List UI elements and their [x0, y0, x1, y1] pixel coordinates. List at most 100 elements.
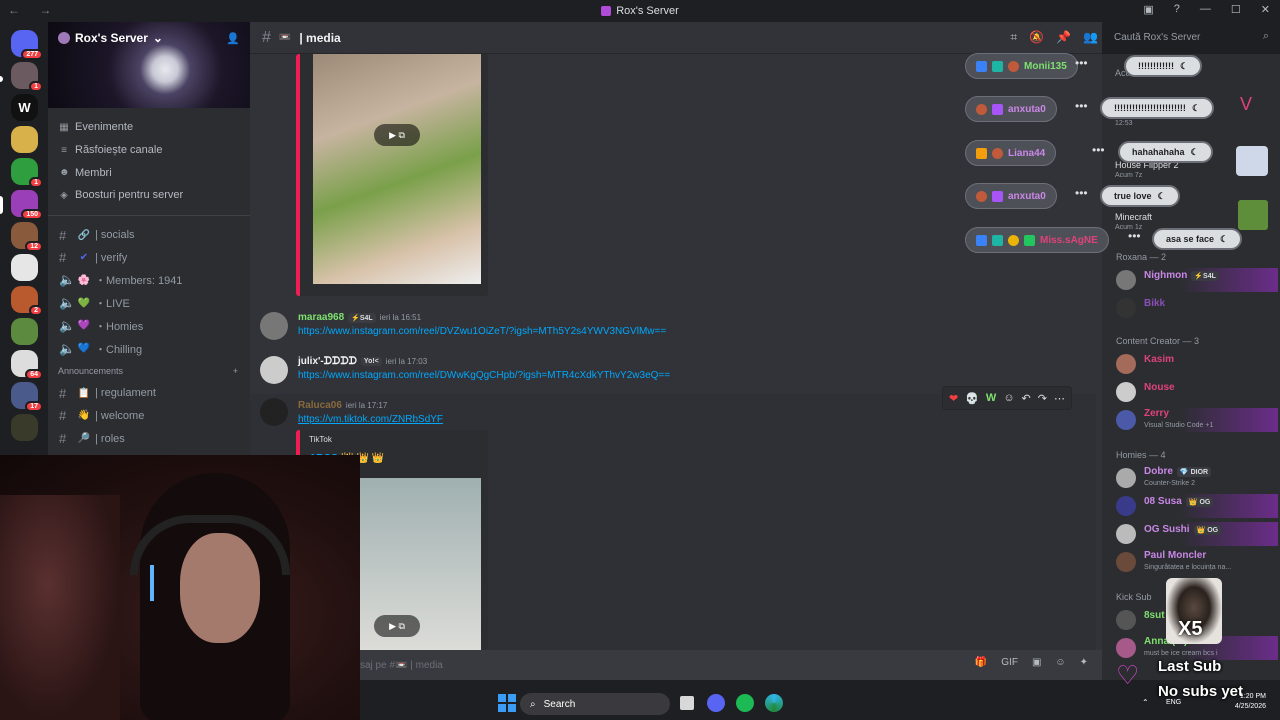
member-nighmon[interactable]: Nighmon ⚡S4L — [1114, 268, 1278, 292]
invite-icon[interactable]: 👤 — [226, 32, 240, 45]
edge-icon[interactable] — [765, 694, 783, 712]
member-list-icon[interactable]: 👥 — [1083, 30, 1098, 45]
member-name: 8sut — [1144, 610, 1165, 621]
reply-icon[interactable]: ↶ — [1022, 392, 1031, 405]
server-icon-11[interactable]: 64 — [11, 350, 43, 380]
mute-icon[interactable]: 🔕 — [1029, 30, 1044, 45]
gif-icon[interactable]: GIF — [1001, 657, 1018, 668]
add-reaction-icon[interactable]: ☺ — [1003, 392, 1014, 404]
channel-socials[interactable]: # 🔗 | socials — [48, 224, 250, 247]
server-icon-7[interactable]: 12 — [11, 222, 43, 252]
search-placeholder: Caută Rox's Server — [1114, 32, 1201, 43]
pin-icon[interactable]: 📌 — [1056, 30, 1071, 45]
server-icon-10[interactable] — [11, 318, 38, 345]
channel-members-count[interactable]: 🔈 🌸 ・Members: 1941 — [48, 269, 250, 292]
language-indicator[interactable]: ENG — [1166, 699, 1181, 706]
home-button[interactable]: 277 — [11, 30, 43, 60]
member-name: 08 Susa 👑 OG — [1144, 496, 1214, 507]
activity-title[interactable]: Minecraft — [1115, 212, 1152, 222]
minimize-button[interactable]: — — [1200, 3, 1211, 16]
more-dots-icon[interactable]: ••• — [1075, 99, 1088, 113]
message-link[interactable]: https://www.instagram.com/reel/DWwKgQgCH… — [298, 370, 670, 381]
video-thumbnail[interactable]: ▶ ⧉ — [313, 54, 481, 284]
threads-icon[interactable]: ⌗ — [1010, 30, 1017, 45]
moon-icon: ☾ — [1220, 233, 1229, 244]
member-kasim[interactable]: Kasim — [1114, 352, 1278, 376]
server-icon-4[interactable] — [11, 126, 38, 153]
more-icon[interactable]: ⋯ — [1054, 392, 1065, 405]
server-icon-2[interactable]: 1 — [11, 62, 43, 92]
username[interactable]: Raluca06 — [298, 400, 342, 411]
inbox-icon[interactable]: ▣ — [1143, 3, 1153, 16]
close-button[interactable]: ✕ — [1261, 3, 1270, 16]
member-paulmoncler[interactable]: Paul Moncler Singurătatea e locuința na..… — [1114, 550, 1278, 574]
spotify-icon[interactable] — [736, 694, 754, 712]
message-link[interactable]: https://vm.tiktok.com/ZNRbSdYF — [298, 414, 443, 425]
more-dots-icon[interactable]: ••• — [1075, 186, 1088, 200]
avatar[interactable] — [260, 356, 288, 384]
channel-welcome[interactable]: # 👋 | welcome — [48, 405, 250, 428]
channel-verify[interactable]: # ✔ | verify — [48, 246, 250, 269]
nav-arrows[interactable]: ← → — [8, 3, 59, 17]
maximize-button[interactable]: ☐ — [1231, 3, 1241, 16]
member-ogsushi[interactable]: OG Sushi 👑 OG — [1114, 522, 1278, 546]
server-icon-3[interactable]: W — [11, 94, 38, 121]
server-icon-12[interactable]: 17 — [11, 382, 43, 412]
play-button[interactable]: ▶ ⧉ — [374, 124, 420, 146]
channel-live[interactable]: 🔈 💚 ・LIVE — [48, 292, 250, 315]
server-icon-13[interactable] — [11, 414, 38, 441]
server-banner[interactable]: Rox's Server ⌄ 👤 — [48, 22, 250, 108]
add-channel-icon[interactable]: + — [233, 366, 238, 376]
taskbar-search[interactable]: ⌕ Search — [520, 693, 670, 715]
sticker-icon[interactable]: ▣ — [1032, 657, 1041, 668]
more-dots-icon[interactable]: ••• — [1075, 56, 1088, 70]
channel-regulament[interactable]: # 📋 | regulament — [48, 382, 250, 405]
server-icon-rox[interactable]: 150 — [11, 190, 43, 220]
category-announcements[interactable]: Announcements + — [48, 360, 250, 382]
forward-icon[interactable]: ↷ — [1038, 392, 1047, 405]
clock[interactable]: 1:20 PM 4/25/2026 — [1235, 692, 1266, 712]
play-button[interactable]: ▶ ⧉ — [374, 615, 420, 637]
boost-icon: ◈ — [60, 189, 68, 201]
server-icon-8[interactable] — [11, 254, 38, 281]
more-dots-icon[interactable]: ••• — [1092, 143, 1105, 157]
server-avatar — [58, 32, 70, 44]
avatar[interactable] — [260, 398, 288, 426]
channel-roles[interactable]: # 🔎 | roles — [48, 427, 250, 450]
help-icon[interactable]: ? — [1174, 3, 1180, 16]
username[interactable]: maraa968 — [298, 312, 344, 323]
apps-icon[interactable]: ✦ — [1080, 657, 1088, 668]
search-input[interactable]: Caută Rox's Server ⌕ — [1108, 28, 1274, 48]
heart-reaction-icon[interactable]: ❤ — [949, 392, 958, 405]
member-nouse[interactable]: Nouse — [1114, 380, 1278, 404]
server-icon-5[interactable]: 1 — [11, 158, 43, 188]
avatar[interactable] — [260, 312, 288, 340]
discord-icon[interactable] — [707, 694, 725, 712]
member-dobre[interactable]: Dobre 💎 DIOR Counter-Strike 2 — [1114, 466, 1278, 490]
menu-browse-channels[interactable]: ≡ Răsfoiește canale — [48, 139, 250, 162]
emoji-icon[interactable]: ☺ — [1055, 657, 1065, 668]
file-explorer-icon[interactable] — [680, 696, 694, 710]
w-reaction-icon[interactable]: W — [986, 392, 996, 404]
menu-members[interactable]: ☻ Membri — [48, 161, 250, 184]
message-input[interactable]: saj pe #📼 | media 🎁 GIF ▣ ☺ ✦ — [250, 650, 1102, 680]
member-08susa[interactable]: 08 Susa 👑 OG — [1114, 494, 1278, 518]
menu-boosts[interactable]: ◈ Boosturi pentru server — [48, 184, 250, 207]
channel-homies[interactable]: 🔈 💜 ・Homies — [48, 315, 250, 338]
member-zerry[interactable]: Zerry Visual Studio Code +1 — [1114, 408, 1278, 432]
message-header: Raluca06 ieri la 17:17 — [298, 400, 387, 411]
menu-events[interactable]: ▦ Evenimente — [48, 116, 250, 139]
more-dots-icon[interactable]: ••• — [1128, 229, 1141, 243]
server-name-button[interactable]: Rox's Server ⌄ — [58, 31, 163, 45]
gift-icon[interactable]: 🎁 — [975, 657, 987, 668]
username[interactable]: julix'-ᗪᗪᗪᗪ — [298, 356, 357, 367]
windows-start-icon[interactable] — [498, 694, 516, 712]
tray-chevron-icon[interactable]: ⌃ — [1142, 698, 1149, 707]
avatar — [1116, 298, 1136, 318]
message-link[interactable]: https://www.instagram.com/reel/DVZwu1OiZ… — [298, 326, 666, 337]
bubble-text: !!!!!!!!!!!!!!!!!!!!!!!! — [1114, 103, 1186, 113]
member-bikk[interactable]: Bikk — [1114, 296, 1278, 320]
server-icon-9[interactable]: 2 — [11, 286, 43, 316]
channel-chilling[interactable]: 🔈 💙 ・Chilling — [48, 337, 250, 360]
skull-reaction-icon[interactable]: 💀 — [965, 392, 979, 405]
